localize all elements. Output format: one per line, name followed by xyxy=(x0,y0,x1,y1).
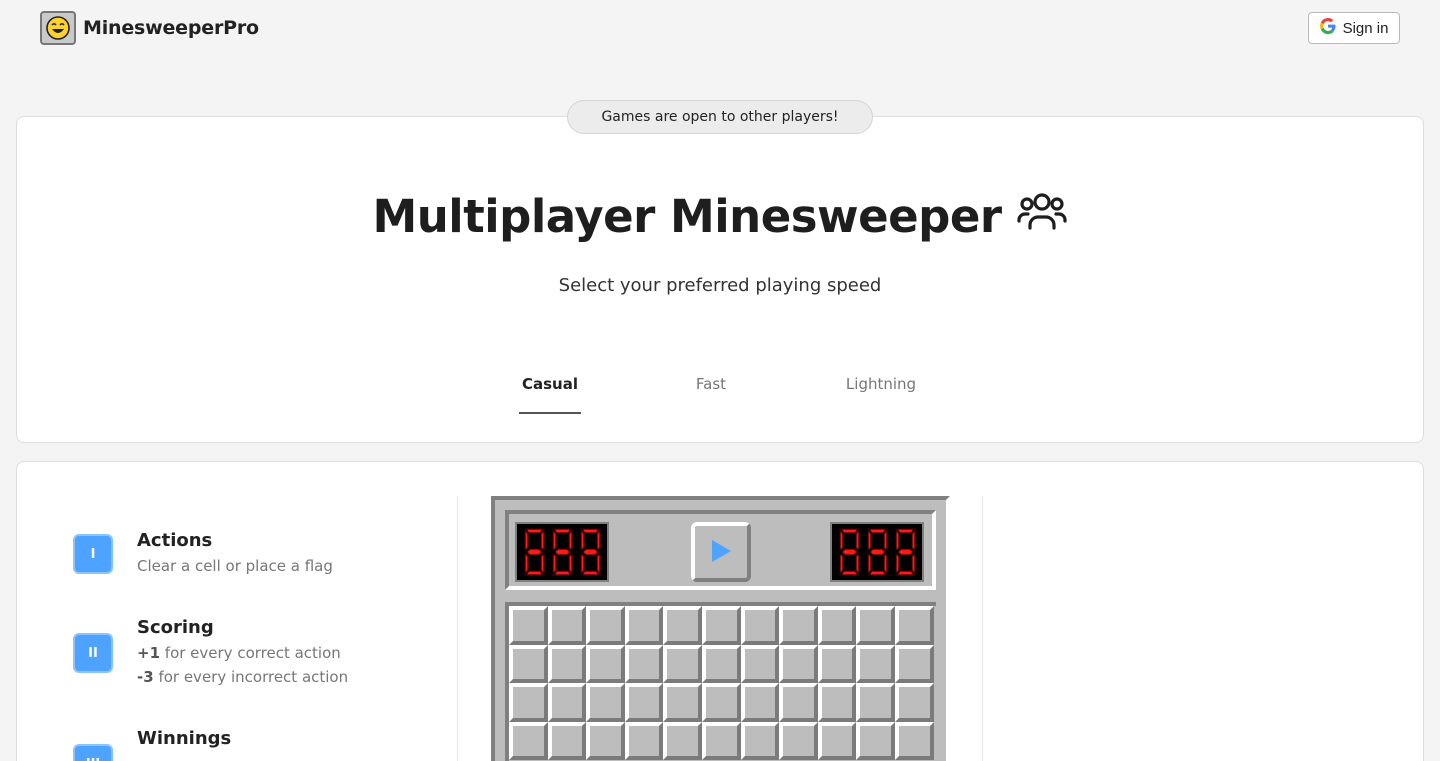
grid-cell[interactable] xyxy=(779,606,818,645)
grid-cell[interactable] xyxy=(817,606,857,645)
rule-text-actions: Clear a cell or place a flag xyxy=(137,557,333,575)
grid-cell[interactable] xyxy=(586,644,625,684)
grid-cell[interactable] xyxy=(624,644,664,684)
grid-cell[interactable] xyxy=(509,721,548,761)
rule-title-scoring: Scoring xyxy=(137,617,214,638)
open-games-pill: Games are open to other players! xyxy=(567,100,873,134)
active-tab-underline xyxy=(519,412,581,414)
board-header xyxy=(505,510,936,590)
grid-cell[interactable] xyxy=(624,683,664,722)
rule-badge-actions: I xyxy=(73,534,113,574)
rule-badge-scoring: II xyxy=(73,633,113,673)
tab-lightning[interactable]: Lightning xyxy=(840,375,922,393)
users-group-icon xyxy=(1016,189,1068,244)
grid-cell[interactable] xyxy=(740,721,780,761)
divider-right xyxy=(982,496,983,761)
timer-counter xyxy=(830,522,924,582)
grid-cell[interactable] xyxy=(817,644,857,684)
grid-cell[interactable] xyxy=(740,606,780,645)
grid-cell[interactable] xyxy=(663,683,702,722)
rule-title-actions: Actions xyxy=(137,530,213,551)
grid-cell[interactable] xyxy=(817,683,857,722)
grid-cell[interactable] xyxy=(817,721,857,761)
grid-cell[interactable] xyxy=(509,606,548,645)
grid-cell[interactable] xyxy=(663,721,702,761)
minesweeper-board xyxy=(491,496,950,761)
grid-cell[interactable] xyxy=(586,683,625,722)
grid-cell[interactable] xyxy=(547,721,587,761)
grid-cell[interactable] xyxy=(740,683,780,722)
play-button[interactable] xyxy=(691,522,751,582)
page-subtitle: Select your preferred playing speed xyxy=(558,275,882,296)
logo-text: MinesweeperPro xyxy=(83,17,259,39)
grid-cell[interactable] xyxy=(894,683,934,722)
logo[interactable]: MinesweeperPro xyxy=(40,11,259,45)
grid-cell[interactable] xyxy=(856,683,895,722)
grid-cell[interactable] xyxy=(663,606,702,645)
grid-cell[interactable] xyxy=(586,721,625,761)
counter-digit xyxy=(579,528,601,576)
grid-cell[interactable] xyxy=(856,644,895,684)
counter-digit xyxy=(838,528,860,576)
counter-digit xyxy=(551,528,573,576)
rule-title-winnings: Winnings xyxy=(137,728,232,749)
score-minus: -3 xyxy=(137,668,154,686)
grid-cell[interactable] xyxy=(547,606,587,645)
grid-cell[interactable] xyxy=(701,606,741,645)
counter-digit xyxy=(894,528,916,576)
grid-cell[interactable] xyxy=(779,721,818,761)
grid-cell[interactable] xyxy=(740,644,780,684)
grid-cell[interactable] xyxy=(547,644,587,684)
mine-grid xyxy=(505,602,936,761)
play-icon xyxy=(710,539,732,566)
sign-in-button[interactable]: Sign in xyxy=(1308,12,1400,44)
tab-fast[interactable]: Fast xyxy=(682,375,740,393)
grid-cell[interactable] xyxy=(624,606,664,645)
grid-cell[interactable] xyxy=(779,644,818,684)
grid-cell[interactable] xyxy=(624,721,664,761)
mine-counter xyxy=(515,522,609,582)
grid-cell[interactable] xyxy=(509,683,548,722)
grid-cell[interactable] xyxy=(547,683,587,722)
grid-cell[interactable] xyxy=(701,683,741,722)
smiley-face-icon xyxy=(40,11,76,45)
grid-cell[interactable] xyxy=(663,644,702,684)
score-minus-text: for every incorrect action xyxy=(153,668,349,686)
page-title-text: Multiplayer Minesweeper xyxy=(372,190,1002,243)
rule-text-scoring-correct: +1 for every correct action xyxy=(137,644,341,662)
score-plus-text: for every correct action xyxy=(160,644,341,662)
score-plus: +1 xyxy=(137,644,161,662)
rule-badge-winnings: III xyxy=(73,744,113,761)
counter-digit xyxy=(866,528,888,576)
grid-cell[interactable] xyxy=(701,644,741,684)
tab-casual[interactable]: Casual xyxy=(519,375,581,393)
sign-in-label: Sign in xyxy=(1342,19,1389,37)
grid-cell[interactable] xyxy=(856,606,895,645)
grid-cell[interactable] xyxy=(894,721,934,761)
grid-cell[interactable] xyxy=(586,606,625,645)
grid-cell[interactable] xyxy=(779,683,818,722)
divider-left xyxy=(457,496,458,761)
page-title: Multiplayer Minesweeper xyxy=(0,189,1440,244)
grid-cell[interactable] xyxy=(894,606,934,645)
rule-text-scoring-incorrect: -3 for every incorrect action xyxy=(137,668,348,686)
grid-cell[interactable] xyxy=(894,644,934,684)
grid-cell[interactable] xyxy=(701,721,741,761)
top-header: MinesweeperPro Sign in xyxy=(0,0,1440,56)
grid-cell[interactable] xyxy=(509,644,548,684)
counter-digit xyxy=(523,528,545,576)
google-g-icon xyxy=(1319,18,1336,38)
grid-cell[interactable] xyxy=(856,721,895,761)
